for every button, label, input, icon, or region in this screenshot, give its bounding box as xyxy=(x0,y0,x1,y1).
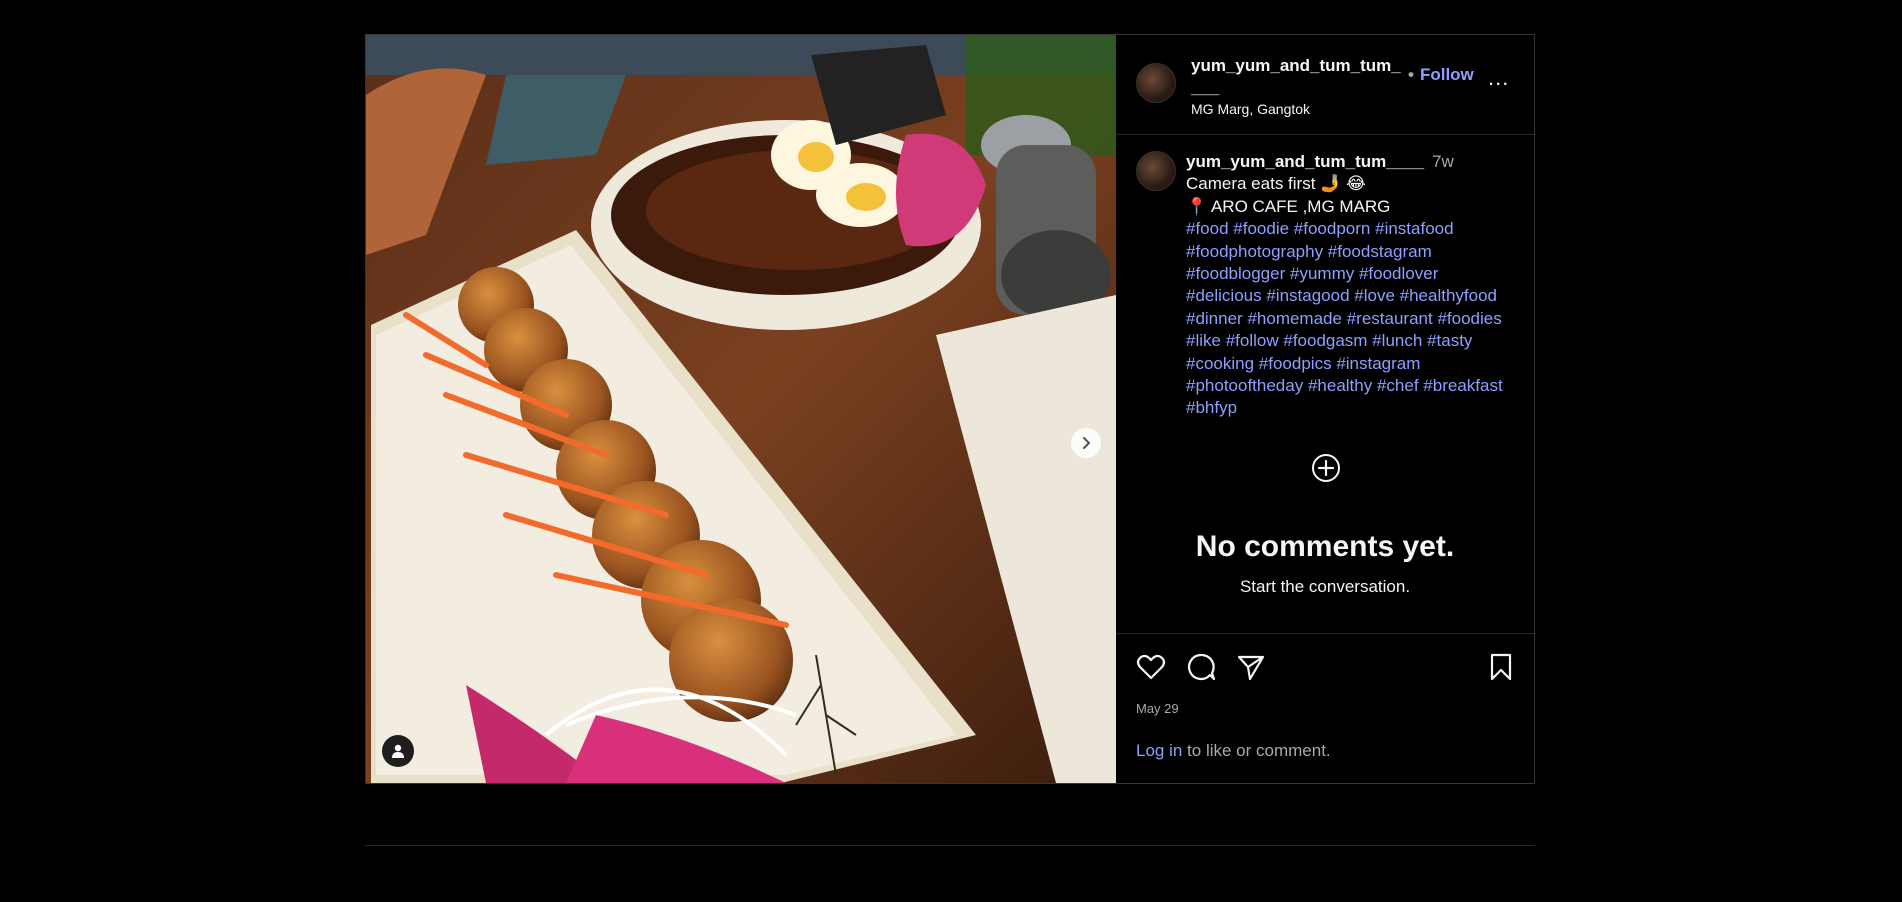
hashtag-link[interactable]: #yummy xyxy=(1290,264,1354,283)
hashtag-link[interactable]: #homemade xyxy=(1247,309,1342,328)
follow-button[interactable]: • Follow xyxy=(1408,65,1474,85)
caption-username[interactable]: yum_yum_and_tum_tum____ xyxy=(1186,152,1424,171)
caption-line-2: 📍 ARO CAFE ,MG MARG xyxy=(1186,196,1391,216)
hashtag-link[interactable]: #tasty xyxy=(1427,331,1472,350)
caption-line-1: Camera eats first 🤳 😂 xyxy=(1186,174,1366,194)
post-card: yum_yum_and_tum_tum____ • Follow MG Marg,… xyxy=(365,34,1535,784)
follow-label: Follow xyxy=(1419,65,1474,84)
comments-section: No comments yet. Start the conversation. xyxy=(1116,442,1534,634)
plus-circle-icon[interactable] xyxy=(1311,453,1341,483)
hashtag-link[interactable]: #instafood xyxy=(1375,219,1453,238)
user-tag-icon xyxy=(392,744,404,758)
hashtag-link[interactable]: #love xyxy=(1354,286,1395,305)
hashtag-link[interactable]: #foodporn xyxy=(1294,219,1371,238)
heart-icon[interactable] xyxy=(1136,652,1166,682)
hashtag-link[interactable]: #foodlover xyxy=(1359,264,1438,283)
no-comments-title: No comments yet. xyxy=(1195,530,1455,563)
hashtag-link[interactable]: #breakfast xyxy=(1423,376,1502,395)
hashtag-link[interactable]: #foodies xyxy=(1437,309,1501,328)
no-comments-subtitle: Start the conversation. xyxy=(1239,577,1411,596)
avatar[interactable] xyxy=(1136,63,1176,103)
share-icon[interactable] xyxy=(1236,652,1266,682)
footer-divider xyxy=(365,845,1535,846)
login-prompt: Log in to like or comment. xyxy=(1116,707,1534,783)
hashtag-link[interactable]: #foodpics xyxy=(1259,354,1332,373)
hashtag-link[interactable]: #restaurant xyxy=(1347,309,1433,328)
hashtag-link[interactable]: #dinner xyxy=(1186,309,1243,328)
login-text: Log in to like or comment. xyxy=(1136,741,1331,761)
food-photo xyxy=(366,35,1116,783)
hashtag-list: #food #foodie #foodporn #instafood #food… xyxy=(1186,219,1503,417)
hashtag-link[interactable]: #food xyxy=(1186,219,1229,238)
more-options-button[interactable]: ... xyxy=(1488,65,1509,91)
post-image[interactable] xyxy=(366,35,1116,783)
hashtag-link[interactable]: #delicious xyxy=(1186,286,1262,305)
hashtag-link[interactable]: #like xyxy=(1186,331,1221,350)
hashtag-link[interactable]: #cooking xyxy=(1186,354,1254,373)
caption-section: yum_yum_and_tum_tum____ 7w Camera eats fi… xyxy=(1116,135,1534,442)
action-bar: May 29 xyxy=(1116,634,1534,716)
hashtag-link[interactable]: #instagood xyxy=(1266,286,1349,305)
hashtag-link[interactable]: #healthy xyxy=(1308,376,1372,395)
post-header: yum_yum_and_tum_tum____ • Follow MG Marg,… xyxy=(1116,35,1534,135)
tagged-users-button[interactable] xyxy=(382,735,414,767)
comment-icon[interactable] xyxy=(1186,652,1216,682)
post-sidebar: yum_yum_and_tum_tum____ • Follow MG Marg,… xyxy=(1116,35,1534,783)
bookmark-icon[interactable] xyxy=(1486,652,1516,682)
next-slide-button[interactable] xyxy=(1071,428,1101,458)
login-rest: to like or comment. xyxy=(1182,741,1331,760)
location-link[interactable]: MG Marg, Gangtok xyxy=(1191,101,1310,117)
hashtag-link[interactable]: #lunch xyxy=(1372,331,1422,350)
login-link[interactable]: Log in xyxy=(1136,741,1182,760)
avatar[interactable] xyxy=(1136,151,1176,191)
hashtag-link[interactable]: #healthyfood xyxy=(1400,286,1497,305)
chevron-right-icon xyxy=(1083,437,1091,449)
post-time[interactable]: 7w xyxy=(1432,152,1454,171)
hashtag-link[interactable]: #bhfyp xyxy=(1186,398,1237,417)
hashtag-link[interactable]: #foodblogger xyxy=(1186,264,1285,283)
separator-dot: • xyxy=(1408,65,1414,84)
caption: yum_yum_and_tum_tum____ 7w Camera eats fi… xyxy=(1186,151,1516,420)
hashtag-link[interactable]: #instagram xyxy=(1336,354,1420,373)
header-username[interactable]: yum_yum_and_tum_tum____ xyxy=(1191,55,1401,99)
hashtag-link[interactable]: #photooftheday xyxy=(1186,376,1303,395)
hashtag-link[interactable]: #chef xyxy=(1377,376,1419,395)
hashtag-link[interactable]: #foodphotography xyxy=(1186,242,1323,261)
hashtag-link[interactable]: #foodstagram xyxy=(1328,242,1432,261)
hashtag-link[interactable]: #foodie xyxy=(1233,219,1289,238)
hashtag-link[interactable]: #foodgasm xyxy=(1283,331,1367,350)
hashtag-link[interactable]: #follow xyxy=(1226,331,1279,350)
